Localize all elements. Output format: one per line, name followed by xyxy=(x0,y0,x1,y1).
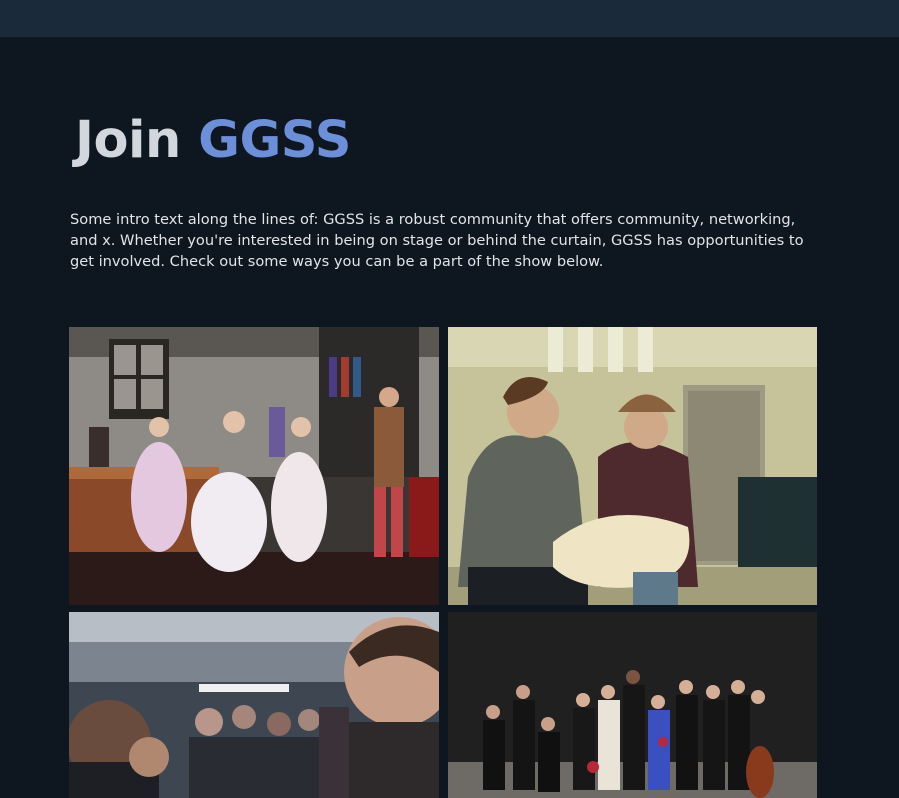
page-title-join: Join xyxy=(75,111,181,170)
page-title-ggss: GGSS xyxy=(198,111,351,170)
orchestra-cast-photo xyxy=(448,612,817,798)
backstage-costume-photo xyxy=(448,327,817,605)
audience-crowd-photo xyxy=(69,612,439,798)
stage-performance-photo xyxy=(69,327,439,605)
top-navigation-bar xyxy=(0,0,899,37)
page-title: Join GGSS xyxy=(75,108,351,174)
intro-paragraph: Some intro text along the lines of: GGSS… xyxy=(70,211,804,270)
